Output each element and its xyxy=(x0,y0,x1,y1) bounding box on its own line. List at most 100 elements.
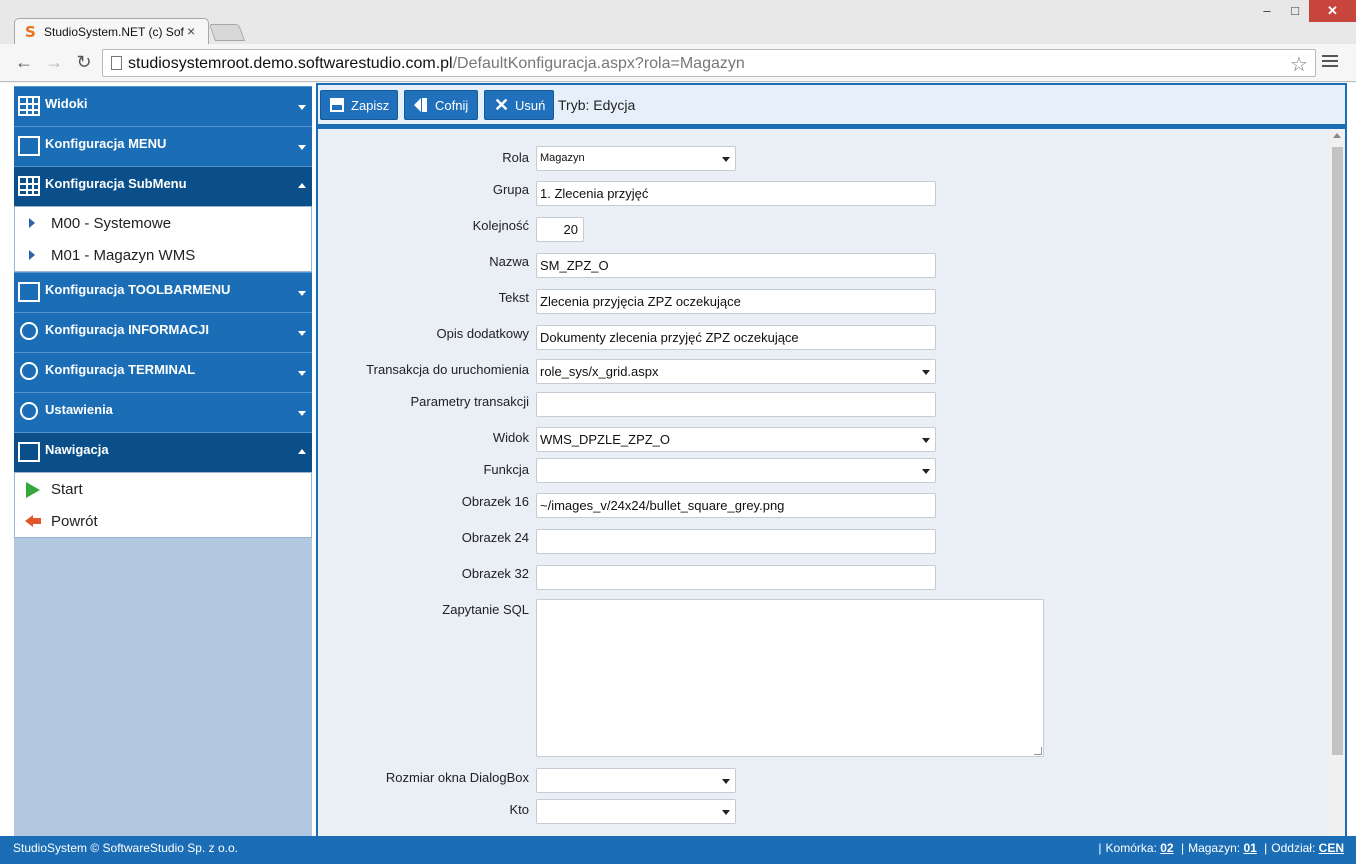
obrazek32-input[interactable] xyxy=(536,565,936,590)
rola-label: Rola xyxy=(502,150,529,165)
terminal-icon xyxy=(20,362,38,380)
oddzial-label: Oddział: xyxy=(1271,841,1316,855)
widok-label: Widok xyxy=(492,430,529,445)
back-button[interactable]: Cofnij xyxy=(404,90,478,120)
sidebar-item-label: M00 - Systemowe xyxy=(51,215,172,232)
komorka-label: Komórka: xyxy=(1105,841,1157,855)
chevron-down-icon xyxy=(298,145,306,150)
submenu-config-icon xyxy=(18,176,40,196)
kto-select[interactable] xyxy=(536,799,736,824)
kolejnosc-label: Kolejność xyxy=(472,218,529,233)
monitor-icon xyxy=(18,282,40,302)
sidebar-item-label: Start xyxy=(51,481,83,498)
new-tab-button[interactable] xyxy=(208,24,246,41)
obrazek24-input[interactable] xyxy=(536,529,936,554)
scroll-up-icon[interactable] xyxy=(1333,133,1341,138)
parametry-input[interactable] xyxy=(536,392,936,417)
sidebar-section-ustawienia[interactable]: Ustawienia xyxy=(14,392,312,432)
sidebar-item-powrot[interactable]: Powrót xyxy=(15,505,311,537)
submenu-list: M00 - Systemowe M01 - Magazyn WMS xyxy=(14,206,312,272)
reload-icon[interactable]: ↻ xyxy=(72,51,96,75)
sidebar-section-label: Konfiguracja MENU xyxy=(45,136,167,151)
rozmiar-select[interactable] xyxy=(536,768,736,793)
status-info: | Komórka: 02 | Magazyn: 01 | Oddział: CEN xyxy=(1098,841,1344,855)
browser-menu-icon[interactable] xyxy=(1322,53,1338,69)
tab-title: StudioSystem.NET (c) Sof xyxy=(44,25,184,39)
window-minimize-button[interactable]: – xyxy=(1253,0,1281,22)
sql-label: Zapytanie SQL xyxy=(442,602,529,617)
opis-input[interactable]: Dokumenty zlecenia przyjęć ZPZ oczekując… xyxy=(536,325,936,350)
window-close-button[interactable]: ✕ xyxy=(1309,0,1356,22)
sidebar-section-konfiguracja-submenu[interactable]: Konfiguracja SubMenu xyxy=(14,166,312,206)
chevron-down-icon xyxy=(298,105,306,110)
floppy-disk-icon xyxy=(330,98,344,112)
rozmiar-label: Rozmiar okna DialogBox xyxy=(385,770,529,785)
url-path: /DefaultKonfiguracja.aspx?rola=Magazyn xyxy=(452,55,745,72)
grid-icon xyxy=(18,96,40,116)
browser-titlebar: S StudioSystem.NET (c) Sof × – □ ✕ xyxy=(0,0,1356,44)
sidebar: Widoki Konfiguracja MENU Konfiguracja Su… xyxy=(14,86,312,836)
bookmark-star-icon[interactable]: ☆ xyxy=(1290,52,1308,77)
arrow-right-icon xyxy=(29,250,35,260)
funkcja-label: Funkcja xyxy=(483,462,529,477)
grupa-label: Grupa xyxy=(492,182,529,197)
nazwa-label: Nazwa xyxy=(489,254,529,269)
sidebar-section-nawigacja[interactable]: Nawigacja xyxy=(14,432,312,472)
obrazek16-input[interactable]: ~/images_v/24x24/bullet_square_grey.png xyxy=(536,493,936,518)
chevron-down-icon xyxy=(298,411,306,416)
nazwa-input[interactable]: SM_ZPZ_O xyxy=(536,253,936,278)
sidebar-section-label: Konfiguracja TERMINAL xyxy=(45,362,196,377)
sidebar-section-label: Nawigacja xyxy=(45,442,109,457)
rola-select[interactable]: Magazyn xyxy=(536,146,736,171)
kolejnosc-input[interactable]: 20 xyxy=(536,217,584,242)
status-bar: StudioSystem © SoftwareStudio Sp. z o.o.… xyxy=(0,836,1356,864)
forward-arrow-icon[interactable]: → xyxy=(42,51,66,75)
obrazek24-label: Obrazek 24 xyxy=(461,530,529,545)
grupa-input[interactable]: 1. Zlecenia przyjęć xyxy=(536,181,936,206)
sidebar-item-m01[interactable]: M01 - Magazyn WMS xyxy=(15,239,311,271)
address-bar[interactable]: studiosystemroot.demo.softwarestudio.com… xyxy=(102,49,1316,77)
save-button[interactable]: Zapisz xyxy=(320,90,398,120)
tekst-input[interactable]: Zlecenia przyjęcia ZPZ oczekujące xyxy=(536,289,936,314)
sql-textarea[interactable] xyxy=(536,599,1044,757)
back-button-label: Cofnij xyxy=(435,98,469,113)
window-maximize-button[interactable]: □ xyxy=(1281,0,1309,22)
sidebar-section-widoki[interactable]: Widoki xyxy=(14,86,312,126)
widok-select[interactable]: WMS_DPZLE_ZPZ_O xyxy=(536,427,936,452)
funkcja-select[interactable] xyxy=(536,458,936,483)
magazyn-link[interactable]: 01 xyxy=(1243,841,1256,855)
sidebar-section-konfiguracja-menu[interactable]: Konfiguracja MENU xyxy=(14,126,312,166)
sidebar-section-konfiguracja-terminal[interactable]: Konfiguracja TERMINAL xyxy=(14,352,312,392)
browser-tab[interactable]: S StudioSystem.NET (c) Sof × xyxy=(14,18,209,44)
tab-close-icon[interactable]: × xyxy=(187,23,195,39)
kto-label: Kto xyxy=(509,802,529,817)
play-icon xyxy=(26,482,40,498)
menu-config-icon xyxy=(18,136,40,156)
tekst-label: Tekst xyxy=(498,290,529,305)
sidebar-section-label: Ustawienia xyxy=(45,402,113,417)
sidebar-item-start[interactable]: Start xyxy=(15,473,311,505)
sidebar-section-label: Konfiguracja INFORMACJI xyxy=(45,322,209,337)
form-scrollbar[interactable] xyxy=(1329,129,1345,836)
sidebar-section-konfiguracja-toolbarmenu[interactable]: Konfiguracja TOOLBARMENU xyxy=(14,272,312,312)
chevron-up-icon xyxy=(298,183,306,188)
back-arrow-icon[interactable]: ← xyxy=(12,51,36,75)
parametry-label: Parametry transakcji xyxy=(410,394,529,409)
opis-label: Opis dodatkowy xyxy=(436,326,530,341)
app-area: Widoki Konfiguracja MENU Konfiguracja Su… xyxy=(0,83,1356,836)
scrollbar-thumb[interactable] xyxy=(1332,147,1343,755)
edit-form: Rola Magazyn Grupa 1. Zlecenia przyjęć K… xyxy=(318,129,1345,836)
delete-button[interactable]: ✕ Usuń xyxy=(484,90,554,120)
oddzial-link[interactable]: CEN xyxy=(1319,841,1344,855)
url-host: studiosystemroot.demo.softwarestudio.com… xyxy=(128,55,453,72)
sidebar-item-m00[interactable]: M00 - Systemowe xyxy=(15,207,311,239)
komorka-link[interactable]: 02 xyxy=(1160,841,1173,855)
sidebar-item-label: M01 - Magazyn WMS xyxy=(51,247,196,264)
obrazek32-label: Obrazek 32 xyxy=(461,566,529,581)
back-arrow-icon xyxy=(25,515,41,527)
url-text: studiosystemroot.demo.softwarestudio.com… xyxy=(128,55,745,73)
transakcja-select[interactable]: role_sys/x_grid.aspx xyxy=(536,359,936,384)
rewind-icon xyxy=(414,98,428,112)
info-icon xyxy=(20,322,38,340)
sidebar-section-konfiguracja-informacji[interactable]: Konfiguracja INFORMACJI xyxy=(14,312,312,352)
